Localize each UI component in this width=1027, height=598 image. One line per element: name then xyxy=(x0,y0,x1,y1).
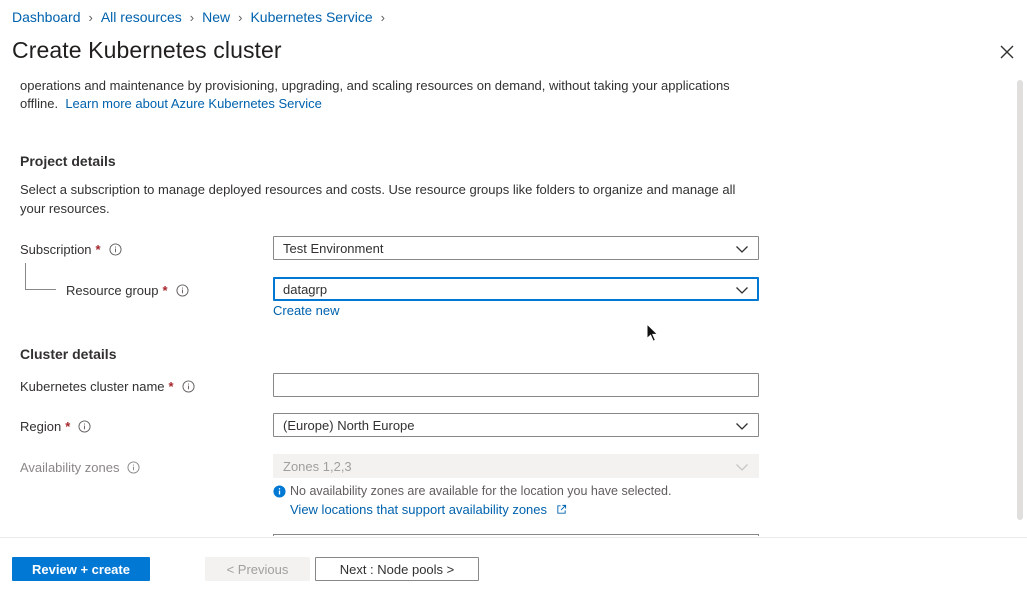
info-icon[interactable] xyxy=(109,242,122,256)
create-new-resource-group-link[interactable]: Create new xyxy=(273,303,339,318)
region-label: Region * xyxy=(20,416,91,436)
info-icon[interactable] xyxy=(182,379,195,393)
required-marker: * xyxy=(65,418,71,434)
cluster-name-label: Kubernetes cluster name * xyxy=(20,376,195,396)
breadcrumb-all-resources[interactable]: All resources xyxy=(101,9,182,25)
subscription-value: Test Environment xyxy=(283,240,384,256)
info-icon[interactable] xyxy=(78,419,91,433)
resource-group-dropdown[interactable]: datagrp xyxy=(273,277,759,301)
availability-zones-value: Zones 1,2,3 xyxy=(283,458,352,474)
tree-connector xyxy=(25,263,26,290)
view-locations-link[interactable]: View locations that support availability… xyxy=(290,502,567,517)
subscription-label: Subscription * xyxy=(20,239,122,259)
region-label-text: Region xyxy=(20,418,62,434)
project-details-heading: Project details xyxy=(20,153,116,169)
region-dropdown[interactable]: (Europe) North Europe xyxy=(273,413,759,437)
breadcrumb-kubernetes-service[interactable]: Kubernetes Service xyxy=(250,9,372,25)
resource-group-label-text: Resource group xyxy=(66,282,159,298)
footer-divider xyxy=(0,537,1027,538)
external-link-icon xyxy=(557,504,566,514)
availability-zones-notice-text: No availability zones are available for … xyxy=(290,484,672,498)
chevron-down-icon xyxy=(736,423,748,430)
intro-text: operations and maintenance by provisioni… xyxy=(20,80,750,113)
chevron-down-icon xyxy=(736,287,748,294)
resource-group-value: datagrp xyxy=(283,281,328,297)
chevron-down-icon xyxy=(736,464,748,471)
subscription-label-text: Subscription xyxy=(20,241,92,257)
availability-zones-notice: No availability zones are available for … xyxy=(273,484,671,498)
availability-zones-dropdown: Zones 1,2,3 xyxy=(273,454,759,478)
breadcrumb-separator-icon: › xyxy=(88,9,93,25)
vertical-scrollbar[interactable] xyxy=(1015,80,1025,536)
breadcrumb-separator-icon: › xyxy=(380,9,385,25)
previous-button: < Previous xyxy=(205,557,310,581)
cluster-name-label-text: Kubernetes cluster name xyxy=(20,378,165,394)
info-icon[interactable] xyxy=(176,283,189,297)
close-button[interactable] xyxy=(995,40,1019,64)
region-value: (Europe) North Europe xyxy=(283,417,415,433)
availability-zones-label-text: Availability zones xyxy=(20,459,120,475)
breadcrumb-separator-icon: › xyxy=(238,9,243,25)
breadcrumb-dashboard[interactable]: Dashboard xyxy=(12,9,81,25)
project-details-description: Select a subscription to manage deployed… xyxy=(20,182,736,216)
form-content: operations and maintenance by provisioni… xyxy=(0,80,1013,536)
required-marker: * xyxy=(95,241,101,257)
availability-zones-label: Availability zones xyxy=(20,457,141,477)
required-marker: * xyxy=(168,378,174,394)
page-title: Create Kubernetes cluster xyxy=(12,37,282,63)
info-icon[interactable] xyxy=(127,460,141,474)
required-marker: * xyxy=(162,282,168,298)
tree-connector xyxy=(25,289,56,290)
view-locations-link-text: View locations that support availability… xyxy=(290,502,548,517)
review-create-button[interactable]: Review + create xyxy=(12,557,150,581)
mouse-cursor-icon xyxy=(646,323,659,342)
close-icon xyxy=(1000,45,1014,59)
chevron-down-icon xyxy=(736,246,748,253)
cluster-details-heading: Cluster details xyxy=(20,346,117,362)
subscription-dropdown[interactable]: Test Environment xyxy=(273,236,759,260)
next-node-pools-button[interactable]: Next : Node pools > xyxy=(315,557,479,581)
breadcrumb: Dashboard › All resources › New › Kubern… xyxy=(12,9,393,25)
breadcrumb-separator-icon: › xyxy=(189,9,195,25)
next-field-partial[interactable] xyxy=(273,534,759,536)
resource-group-label: Resource group * xyxy=(66,280,189,300)
scrollbar-thumb[interactable] xyxy=(1017,80,1023,520)
learn-more-link[interactable]: Learn more about Azure Kubernetes Servic… xyxy=(65,96,322,111)
breadcrumb-new[interactable]: New xyxy=(202,9,230,25)
cluster-name-input[interactable] xyxy=(273,373,759,397)
info-filled-icon xyxy=(273,484,286,498)
